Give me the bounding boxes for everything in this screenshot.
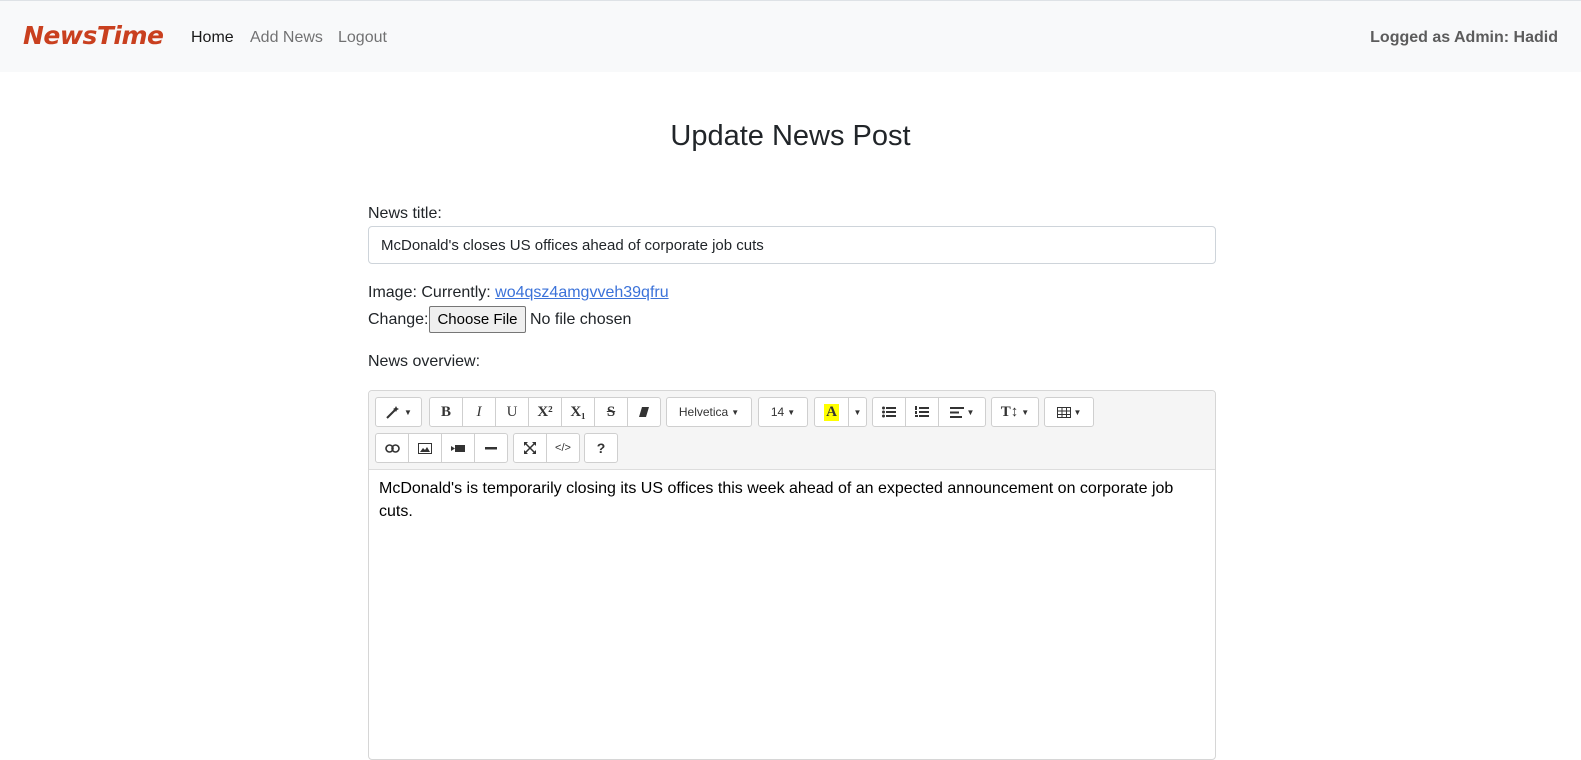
nav-home[interactable]: Home bbox=[191, 29, 234, 47]
image-label: Image: Currently: bbox=[368, 284, 491, 301]
nav-logout[interactable]: Logout bbox=[338, 29, 387, 47]
code-icon: </> bbox=[555, 442, 571, 454]
bullet-list-icon bbox=[882, 406, 896, 418]
chevron-down-icon: ▼ bbox=[853, 407, 862, 417]
highlight-a-icon: A bbox=[824, 403, 839, 421]
horizontal-rule-button[interactable] bbox=[474, 433, 508, 463]
table-icon bbox=[1056, 406, 1071, 418]
change-label: Change: bbox=[368, 311, 429, 328]
logged-user-text: Logged as Admin: Hadid bbox=[1370, 29, 1558, 46]
news-title-label: News title: bbox=[368, 205, 442, 222]
news-title-input[interactable] bbox=[368, 226, 1216, 264]
current-image-link[interactable]: wo4qsz4amgvveh39qfru bbox=[495, 284, 668, 301]
chevron-down-icon: ▼ bbox=[404, 407, 412, 417]
help-button[interactable]: ? bbox=[584, 433, 618, 463]
nav-add-news[interactable]: Add News bbox=[250, 29, 323, 47]
chevron-down-icon: ▼ bbox=[966, 407, 975, 417]
brand-logo[interactable]: NewsTime bbox=[23, 21, 164, 50]
eraser-icon bbox=[639, 407, 649, 417]
magic-wand-icon bbox=[386, 406, 400, 419]
clear-format-button[interactable] bbox=[627, 397, 661, 427]
insert-video-button[interactable] bbox=[441, 433, 475, 463]
subscript-button[interactable]: X₁ bbox=[561, 397, 595, 427]
text-color-button[interactable]: A bbox=[814, 397, 849, 427]
bold-button[interactable]: B bbox=[429, 397, 463, 427]
style-dropdown-button[interactable]: ▼ bbox=[375, 397, 422, 427]
line-height-dropdown[interactable]: T↕ ▼ bbox=[991, 397, 1039, 427]
fullscreen-button[interactable] bbox=[513, 433, 547, 463]
font-family-dropdown[interactable]: Helvetica ▼ bbox=[666, 397, 752, 427]
help-icon: ? bbox=[596, 440, 606, 456]
superscript-button[interactable]: X² bbox=[528, 397, 562, 427]
image-current-row: Image: Currently: wo4qsz4amgvveh39qfru bbox=[368, 284, 669, 302]
color-dropdown-button[interactable]: ▼ bbox=[848, 397, 867, 427]
rich-text-editor: ▼ B I U X² X₁ S Helvetica ▼ 14 ▼ A ▼ ▼ T… bbox=[368, 390, 1216, 760]
video-icon bbox=[451, 444, 465, 452]
paragraph-align-dropdown[interactable]: ▼ bbox=[938, 397, 986, 427]
page-title: Update News Post bbox=[670, 120, 911, 152]
file-status-text: No file chosen bbox=[530, 311, 632, 328]
code-view-button[interactable]: </> bbox=[546, 433, 580, 463]
italic-button[interactable]: I bbox=[462, 397, 496, 427]
ordered-list-button[interactable] bbox=[905, 397, 939, 427]
font-size-dropdown[interactable]: 14 ▼ bbox=[758, 397, 808, 427]
table-dropdown[interactable]: ▼ bbox=[1044, 397, 1094, 427]
chevron-down-icon: ▼ bbox=[1073, 407, 1082, 417]
chevron-down-icon: ▼ bbox=[1021, 407, 1030, 417]
unordered-list-button[interactable] bbox=[872, 397, 906, 427]
text-height-icon: T↕ bbox=[1000, 403, 1019, 420]
navbar: NewsTime Home Add News Logout Logged as … bbox=[0, 0, 1581, 72]
numbered-list-icon bbox=[915, 406, 929, 417]
minus-icon bbox=[485, 446, 497, 449]
underline-button[interactable]: U bbox=[495, 397, 529, 427]
news-overview-label: News overview: bbox=[368, 353, 481, 370]
chevron-down-icon: ▼ bbox=[787, 407, 796, 417]
chevron-down-icon: ▼ bbox=[731, 407, 740, 417]
choose-file-button[interactable]: Choose File bbox=[429, 306, 526, 333]
align-left-icon bbox=[949, 406, 964, 418]
picture-icon bbox=[418, 442, 432, 454]
editor-content[interactable]: McDonald's is temporarily closing its US… bbox=[379, 477, 1199, 523]
insert-image-button[interactable] bbox=[408, 433, 442, 463]
link-icon bbox=[384, 443, 400, 453]
insert-link-button[interactable] bbox=[375, 433, 409, 463]
editor-toolbar: ▼ B I U X² X₁ S Helvetica ▼ 14 ▼ A ▼ ▼ T… bbox=[369, 391, 1215, 470]
strikethrough-button[interactable]: S bbox=[594, 397, 628, 427]
expand-icon bbox=[524, 442, 536, 454]
